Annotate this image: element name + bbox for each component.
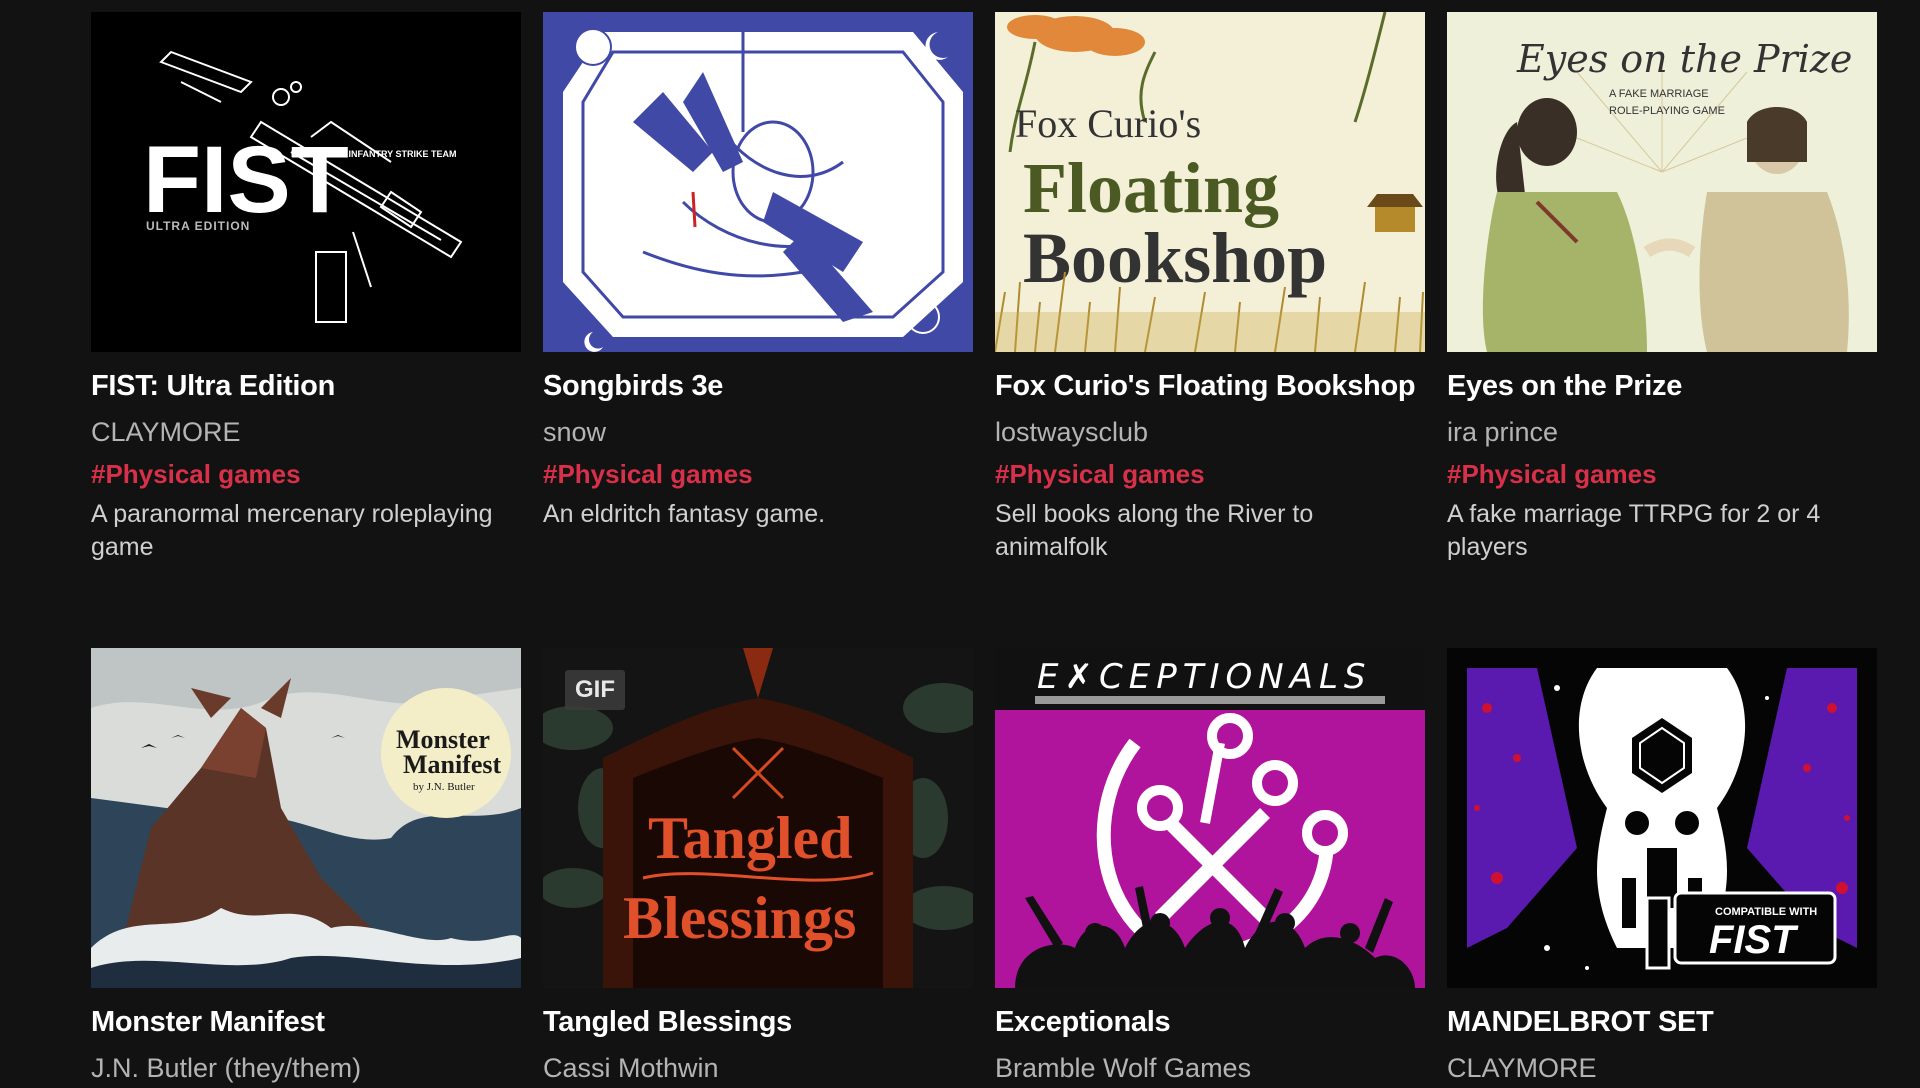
svg-text:Fox Curio's: Fox Curio's [1015, 101, 1201, 146]
game-title[interactable]: Monster Manifest [91, 1002, 521, 1042]
game-title[interactable]: Exceptionals [995, 1002, 1425, 1042]
game-author[interactable]: CLAYMORE [1447, 1048, 1877, 1088]
game-description: A paranormal mercenary roleplaying game [91, 500, 493, 561]
game-description: A fake marriage TTRPG for 2 or 4 players [1447, 500, 1821, 561]
game-card[interactable]: Monster Manifest by J.N. Butler Monster … [91, 648, 521, 1088]
game-cover-image[interactable]: COMPATIBLE WITH FIST [1447, 648, 1877, 988]
game-description: An eldritch fantasy game. [543, 500, 826, 528]
game-cover-image[interactable]: Monster Manifest by J.N. Butler [91, 648, 521, 988]
game-cover-image[interactable]: Fox Curio's Floating Bookshop [995, 12, 1425, 352]
svg-text:Eyes on the Prize: Eyes on the Prize [1516, 37, 1852, 81]
svg-text:A FAKE MARRIAGE: A FAKE MARRIAGE [1609, 88, 1709, 100]
cover-exceptionals-art: E✗CEPTIONALS [995, 648, 1425, 988]
game-grid: FIST FREELANCE INFANTRY STRIKE TEAM ULTR… [91, 12, 1877, 1088]
game-card[interactable]: Songbirds 3e snow #Physical games An eld… [543, 12, 973, 648]
game-author[interactable]: Cassi Mothwin [543, 1048, 973, 1088]
cover-monster-manifest-art: Monster Manifest by J.N. Butler [91, 648, 521, 988]
game-title[interactable]: FIST: Ultra Edition [91, 366, 521, 406]
svg-text:COMPATIBLE WITH: COMPATIBLE WITH [1715, 906, 1817, 918]
cover-eyes-prize-art: Eyes on the Prize A FAKE MARRIAGE ROLE-P… [1447, 12, 1877, 352]
game-card[interactable]: COMPATIBLE WITH FIST MANDELBROT SET CLAY… [1447, 648, 1877, 1088]
gif-badge: GIF [565, 670, 625, 710]
game-card[interactable]: Fox Curio's Floating Bookshop Fox Curio'… [995, 12, 1425, 648]
cover-mandelbrot-art: COMPATIBLE WITH FIST [1447, 648, 1877, 988]
game-tag[interactable]: #Physical games [543, 456, 973, 492]
svg-text:Floating: Floating [1023, 148, 1279, 228]
game-tag[interactable]: #Physical games [1447, 456, 1877, 492]
game-tag[interactable]: #Physical games [91, 456, 521, 492]
game-card[interactable]: FIST FREELANCE INFANTRY STRIKE TEAM ULTR… [91, 12, 521, 648]
svg-text:Blessings: Blessings [623, 885, 856, 951]
svg-text:FIST: FIST [1709, 918, 1799, 962]
game-tag[interactable]: #Physical games [995, 456, 1425, 492]
game-author[interactable]: ira prince [1447, 412, 1877, 452]
game-description: Sell books along the River to animalfolk [995, 500, 1314, 561]
cover-fox-curio-art: Fox Curio's Floating Bookshop [995, 12, 1425, 352]
svg-text:FIST: FIST [143, 127, 349, 233]
svg-text:E✗CEPTIONALS: E✗CEPTIONALS [1037, 657, 1371, 697]
game-author[interactable]: lostwaysclub [995, 412, 1425, 452]
cover-songbirds-art [543, 12, 973, 352]
svg-text:Tangled: Tangled [648, 805, 853, 871]
game-card[interactable]: Eyes on the Prize A FAKE MARRIAGE ROLE-P… [1447, 12, 1877, 648]
game-title[interactable]: Tangled Blessings [543, 1002, 973, 1042]
game-cover-image[interactable]: FIST FREELANCE INFANTRY STRIKE TEAM ULTR… [91, 12, 521, 352]
svg-text:Manifest: Manifest [403, 750, 502, 779]
cover-fist-art: FIST FREELANCE INFANTRY STRIKE TEAM ULTR… [91, 12, 521, 352]
game-author[interactable]: CLAYMORE [91, 412, 521, 452]
svg-text:ULTRA EDITION: ULTRA EDITION [146, 219, 250, 233]
game-title[interactable]: MANDELBROT SET [1447, 1002, 1877, 1042]
svg-text:ROLE-PLAYING GAME: ROLE-PLAYING GAME [1609, 105, 1725, 117]
game-title[interactable]: Songbirds 3e [543, 366, 973, 406]
game-cover-image[interactable] [543, 12, 973, 352]
game-card[interactable]: Tangled Blessings GIF Tangled Blessings … [543, 648, 973, 1088]
game-cover-image[interactable]: Tangled Blessings GIF [543, 648, 973, 988]
game-cover-image[interactable]: Eyes on the Prize A FAKE MARRIAGE ROLE-P… [1447, 12, 1877, 352]
game-author[interactable]: Bramble Wolf Games [995, 1048, 1425, 1088]
svg-text:Bookshop: Bookshop [1023, 218, 1327, 298]
svg-text:FREELANCE INFANTRY STRIKE TEAM: FREELANCE INFANTRY STRIKE TEAM [291, 149, 457, 159]
game-title[interactable]: Eyes on the Prize [1447, 366, 1877, 406]
svg-text:by J.N. Butler: by J.N. Butler [413, 781, 475, 793]
game-cover-image[interactable]: E✗CEPTIONALS [995, 648, 1425, 988]
game-title[interactable]: Fox Curio's Floating Bookshop [995, 366, 1425, 406]
game-author[interactable]: J.N. Butler (they/them) [91, 1048, 521, 1088]
game-author[interactable]: snow [543, 412, 973, 452]
game-card[interactable]: E✗CEPTIONALS Exceptionals Bramble Wolf G… [995, 648, 1425, 1088]
